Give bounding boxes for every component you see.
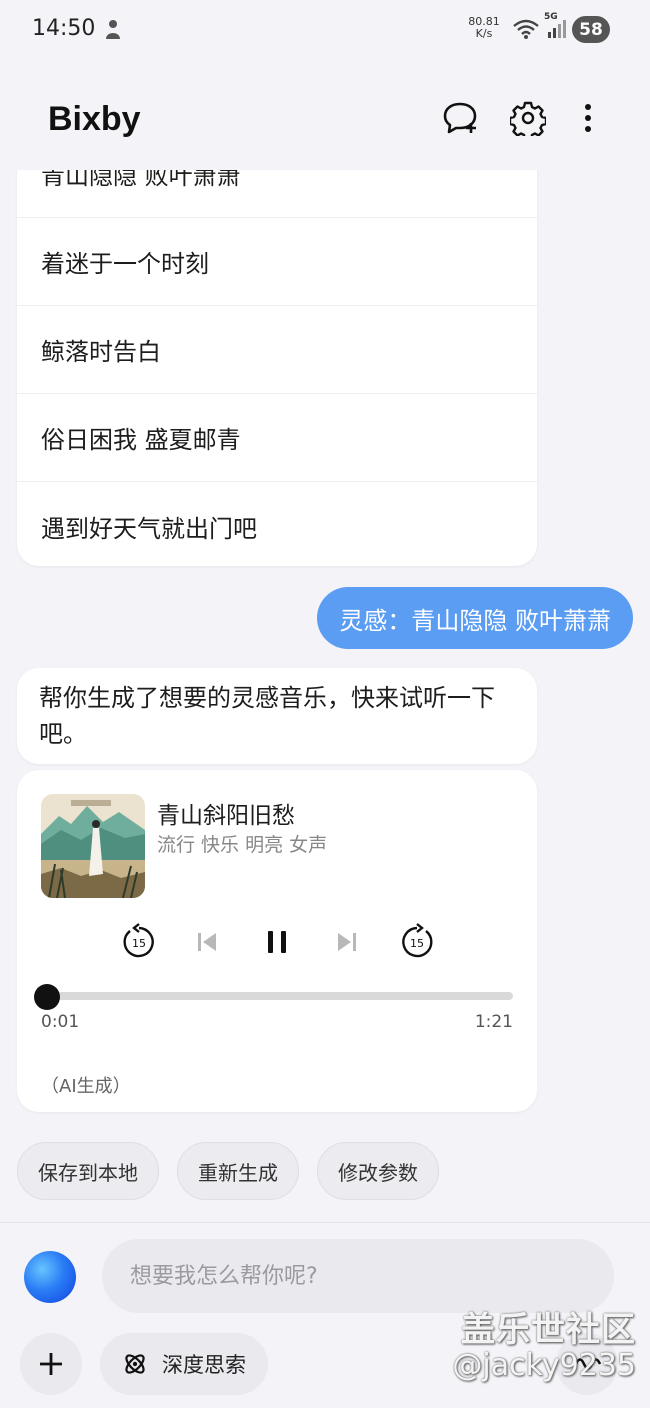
time-total: 1:21 xyxy=(474,1012,513,1032)
watermark-site: 盖乐世社区 xyxy=(461,1310,636,1350)
more-vertical-icon xyxy=(585,104,591,132)
modify-parameters-button[interactable]: 修改参数 xyxy=(317,1142,439,1200)
rewind-15-icon: 15 xyxy=(123,923,154,958)
pause-icon xyxy=(268,931,286,953)
song-suggestion-item[interactable]: 鲸落时告白 xyxy=(17,306,537,394)
track-title: 青山斜阳旧愁 xyxy=(157,803,295,829)
more-options-button[interactable] xyxy=(568,98,608,138)
bixby-orb-icon[interactable] xyxy=(24,1251,76,1303)
net-speed: 80.81 K/s xyxy=(462,16,506,40)
save-local-button[interactable]: 保存到本地 xyxy=(17,1142,159,1200)
music-player-card: 青山斜阳旧愁 流行 快乐 明亮 女声 15 15 0:01 1:21 （AI生成… xyxy=(17,770,537,1112)
song-suggestion-item[interactable]: 遇到好天气就出门吧 xyxy=(17,482,537,566)
profile-status-icon xyxy=(106,20,120,39)
deep-think-label: 深度思索 xyxy=(162,1353,246,1377)
settings-button[interactable] xyxy=(508,98,548,138)
skip-next-icon xyxy=(338,933,356,951)
forward-label: 15 xyxy=(410,937,424,950)
status-time: 14:50 xyxy=(32,16,96,41)
watermark-user: @jacky9235 xyxy=(452,1348,636,1383)
skip-previous-icon xyxy=(198,933,216,951)
action-chips: 保存到本地 重新生成 修改参数 xyxy=(17,1142,439,1200)
album-art-image xyxy=(41,794,145,898)
app-header: Bixby xyxy=(0,80,650,160)
new-chat-icon xyxy=(443,102,477,134)
time-elapsed: 0:01 xyxy=(41,1012,80,1032)
add-button[interactable] xyxy=(20,1333,82,1395)
song-suggestion-item[interactable]: 着迷于一个时刻 xyxy=(17,218,537,306)
app-title: Bixby xyxy=(48,100,141,138)
forward-15-button[interactable]: 15 xyxy=(397,922,437,962)
deep-think-button[interactable]: 深度思索 xyxy=(100,1333,268,1395)
rewind-label: 15 xyxy=(132,937,146,950)
wifi-icon xyxy=(513,19,539,39)
new-chat-button[interactable] xyxy=(440,98,480,138)
user-message-bubble: 灵感：青山隐隐 败叶萧萧 xyxy=(317,587,633,649)
pause-button[interactable] xyxy=(257,922,297,962)
album-art[interactable] xyxy=(41,794,145,898)
song-suggestion-item[interactable]: 俗日困我 盛夏邮青 xyxy=(17,394,537,482)
net-speed-unit: K/s xyxy=(475,27,493,40)
progress-slider[interactable] xyxy=(33,984,513,1010)
signal-icon xyxy=(548,20,566,38)
status-bar: 14:50 80.81 K/s 5G 58 xyxy=(0,0,650,60)
song-suggestion-item[interactable]: 青山隐隐 败叶萧萧 xyxy=(17,170,537,218)
previous-button[interactable] xyxy=(187,922,227,962)
ai-generated-note: （AI生成） xyxy=(41,1076,131,1097)
forward-15-icon: 15 xyxy=(402,923,433,958)
regenerate-button[interactable]: 重新生成 xyxy=(177,1142,299,1200)
progress-knob[interactable] xyxy=(33,984,60,1010)
track-tags: 流行 快乐 明亮 女声 xyxy=(157,834,328,856)
assistant-message-bubble: 帮你生成了想要的灵感音乐，快来试听一下吧。 xyxy=(17,668,537,764)
atom-icon xyxy=(125,1354,145,1374)
rewind-15-button[interactable]: 15 xyxy=(119,922,159,962)
gear-icon xyxy=(510,101,546,136)
plus-icon xyxy=(40,1353,62,1375)
battery-indicator: 58 xyxy=(572,16,610,43)
conversation[interactable]: 青山隐隐 败叶萧萧 着迷于一个时刻 鲸落时告白 俗日困我 盛夏邮青 遇到好天气就… xyxy=(0,170,650,1220)
song-suggestion-list: 青山隐隐 败叶萧萧 着迷于一个时刻 鲸落时告白 俗日困我 盛夏邮青 遇到好天气就… xyxy=(17,170,537,566)
next-button[interactable] xyxy=(327,922,367,962)
